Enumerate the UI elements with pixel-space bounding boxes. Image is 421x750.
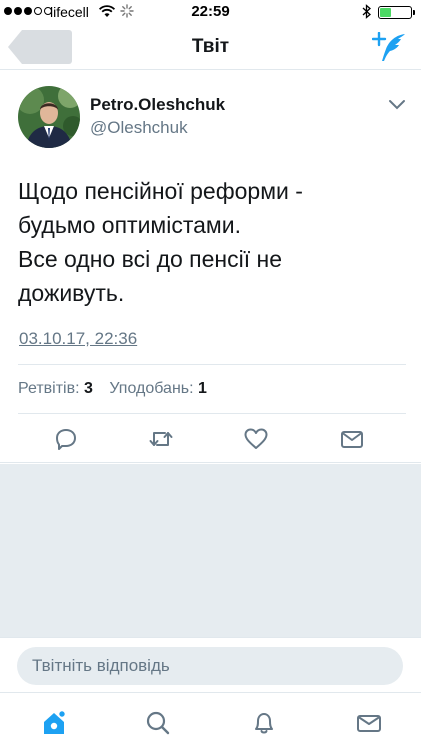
retweets-label[interactable]: Ретвітів: [18, 380, 80, 397]
page-title: Твіт [191, 36, 230, 57]
replies-area [0, 464, 421, 637]
tweet-text-line: будьмо оптимістами. [18, 212, 241, 238]
direct-message-icon[interactable] [339, 426, 365, 452]
likes-label[interactable]: Уподобань: [109, 380, 193, 397]
chevron-down-icon[interactable] [388, 99, 406, 111]
tweet-detail: Petro.Oleshchuk @Oleshchuk Щодо пенсійно… [0, 71, 421, 463]
retweets-count[interactable]: 3 [84, 380, 93, 397]
nav-bar: Твіт [0, 24, 421, 70]
retweet-icon[interactable] [148, 426, 174, 452]
author-name[interactable]: Petro.Oleshchuk [90, 95, 225, 115]
likes-count[interactable]: 1 [198, 380, 207, 397]
divider [18, 413, 406, 414]
tweet-text-line: доживуть. [18, 280, 125, 306]
battery-icon [378, 6, 415, 19]
avatar[interactable] [18, 86, 80, 148]
like-icon[interactable] [243, 426, 269, 452]
author-handle[interactable]: @Oleshchuk [90, 118, 188, 138]
bluetooth-icon [362, 4, 371, 19]
tweet-timestamp[interactable]: 03.10.17, 22:36 [19, 329, 137, 349]
reply-bar: Твітніть відповідь [0, 637, 421, 692]
divider [18, 364, 406, 365]
search-icon[interactable] [144, 709, 172, 737]
status-bar: lifecell 22:59 [0, 0, 421, 24]
reply-icon[interactable] [53, 426, 79, 452]
notifications-icon[interactable] [250, 709, 278, 737]
home-icon[interactable] [40, 709, 68, 737]
messages-icon[interactable] [355, 709, 383, 737]
tweet-text-line: Щодо пенсійної реформи - [18, 178, 303, 204]
tab-bar [0, 692, 421, 750]
tweet-stats: Ретвітів: 3 Уподобань: 1 [18, 380, 207, 398]
tweet-text: Щодо пенсійної реформи - будьмо оптиміст… [18, 174, 408, 310]
tweet-text-line: Все одно всі до пенсії не [18, 246, 283, 272]
compose-tweet-icon[interactable] [372, 32, 406, 62]
reply-input[interactable]: Твітніть відповідь [17, 647, 403, 685]
tweet-actions [0, 426, 421, 456]
status-time: 22:59 [191, 3, 230, 20]
